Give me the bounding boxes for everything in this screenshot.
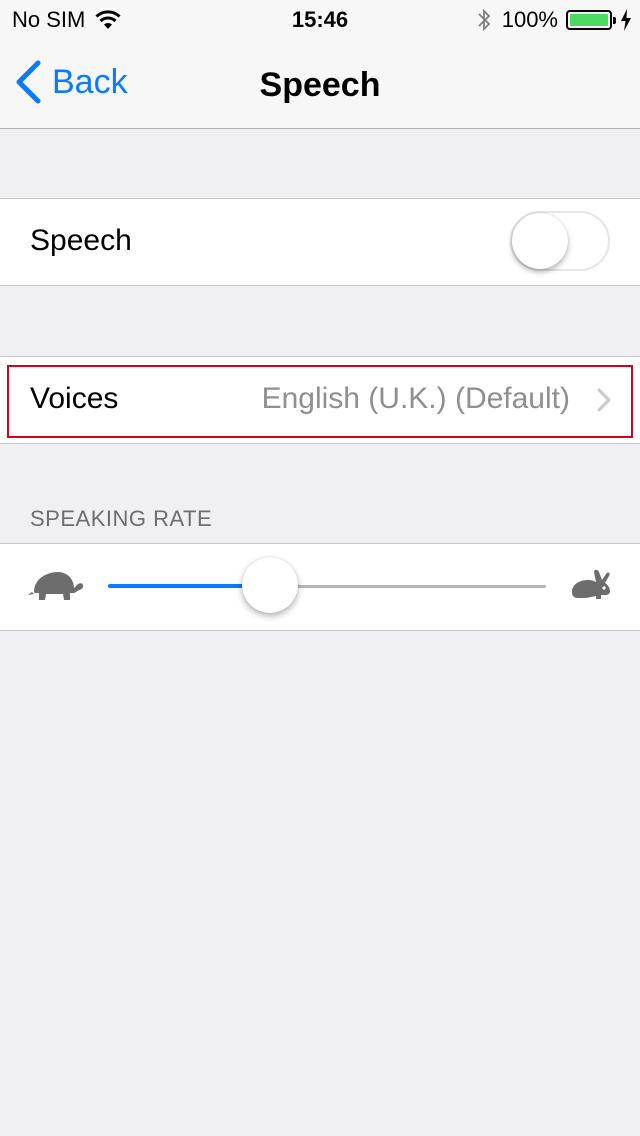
status-bar: No SIM 15:46 100%	[0, 0, 640, 40]
bluetooth-icon	[478, 8, 490, 32]
charging-bolt-icon	[621, 9, 631, 31]
speaking-rate-slider-thumb[interactable]	[242, 557, 299, 613]
voices-value: English (U.K.) (Default)	[261, 382, 570, 415]
battery-percent: 100%	[501, 7, 558, 32]
speech-row: Speech	[0, 198, 640, 286]
status-right: 100%	[476, 7, 632, 33]
battery-icon	[566, 10, 616, 30]
speech-toggle[interactable]	[510, 211, 610, 271]
voices-row[interactable]: Voices English (U.K.) (Default)	[0, 356, 640, 444]
voices-label: Voices	[30, 382, 119, 415]
section-header-speaking-rate: SPEAKING RATE	[30, 506, 213, 531]
speech-label: Speech	[30, 224, 132, 257]
turtle-icon	[28, 572, 84, 600]
battery-fill	[570, 14, 608, 26]
slider-track-empty	[270, 585, 546, 588]
chevron-right-icon	[597, 388, 611, 412]
toggle-knob	[512, 213, 568, 269]
hare-icon	[572, 569, 610, 599]
page-title: Speech	[259, 66, 381, 104]
navigation-bar: Back Speech	[0, 40, 640, 129]
